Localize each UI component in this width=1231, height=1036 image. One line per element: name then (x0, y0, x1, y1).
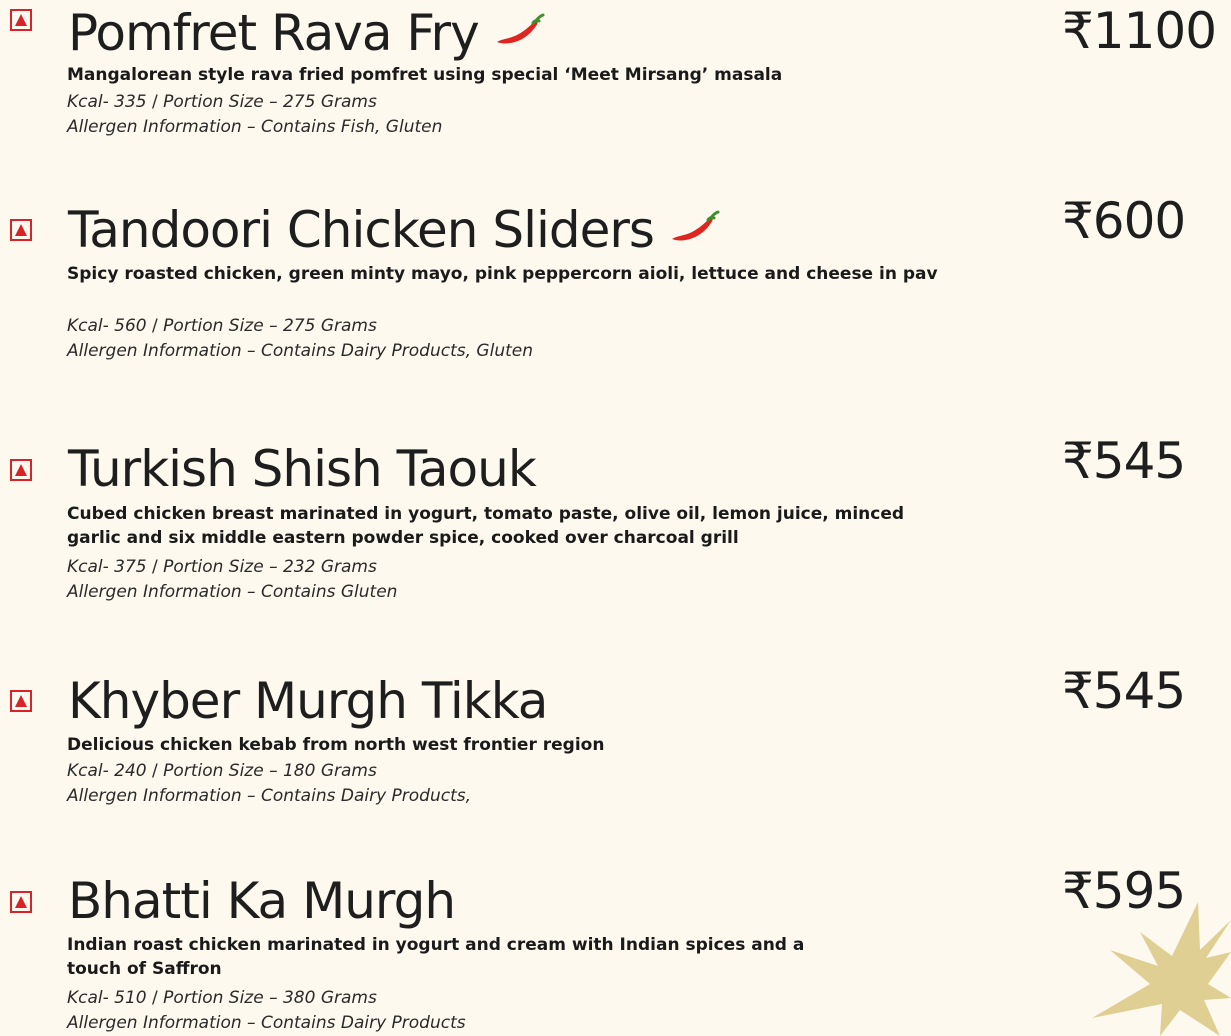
portion-size: Portion Size – 180 Grams (163, 761, 377, 781)
item-price: ₹545 (1062, 432, 1186, 490)
separator: / (152, 92, 158, 112)
item-nutrition: Kcal- 510 / Portion Size – 380 Grams (67, 986, 377, 1011)
item-description: Cubed chicken breast marinated in yogurt… (67, 504, 905, 548)
item-allergens: Allergen Information – Contains Fish, Gl… (67, 117, 443, 137)
item-allergens: Allergen Information – Contains Dairy Pr… (67, 786, 472, 806)
separator: / (152, 988, 158, 1008)
kcal: Kcal- 335 (67, 92, 147, 112)
item-description: Spicy roasted chicken, green minty mayo,… (67, 264, 938, 284)
item-name: Bhatti Ka Murgh (68, 872, 456, 930)
kcal: Kcal- 375 (67, 557, 147, 577)
non-veg-mark-icon (10, 891, 32, 913)
item-nutrition: Kcal- 240 / Portion Size – 180 Grams (67, 759, 377, 784)
separator: / (152, 557, 158, 577)
item-name: Tandoori Chicken Sliders (68, 205, 720, 255)
separator: / (152, 761, 158, 781)
kcal: Kcal- 510 (67, 988, 147, 1008)
portion-size: Portion Size – 275 Grams (163, 92, 377, 112)
item-nutrition: Kcal- 375 / Portion Size – 232 Grams (67, 555, 377, 580)
item-allergens: Allergen Information – Contains Dairy Pr… (67, 341, 533, 361)
separator: / (152, 316, 158, 336)
item-description: Delicious chicken kebab from north west … (67, 735, 605, 755)
non-veg-mark-icon (10, 219, 32, 241)
non-veg-mark-icon (10, 459, 32, 481)
item-price: ₹1100 (1062, 2, 1217, 60)
kcal: Kcal- 560 (67, 316, 147, 336)
portion-size: Portion Size – 380 Grams (163, 988, 377, 1008)
item-description: Indian roast chicken marinated in yogurt… (67, 935, 805, 979)
item-price: ₹545 (1062, 662, 1186, 720)
item-nutrition: Kcal- 560 / Portion Size – 275 Grams (67, 314, 377, 339)
starburst-decoration (1092, 902, 1231, 1036)
item-allergens: Allergen Information – Contains Gluten (67, 582, 398, 602)
portion-size: Portion Size – 275 Grams (163, 316, 377, 336)
non-veg-mark-icon (10, 9, 32, 31)
item-name: Turkish Shish Taouk (68, 440, 537, 498)
item-nutrition: Kcal- 335 / Portion Size – 275 Grams (67, 90, 377, 115)
item-allergens: Allergen Information – Contains Dairy Pr… (67, 1013, 466, 1033)
chili-icon (672, 210, 720, 240)
item-price: ₹600 (1062, 192, 1186, 250)
portion-size: Portion Size – 232 Grams (163, 557, 377, 577)
item-description: Mangalorean style rava fried pomfret usi… (67, 65, 783, 85)
non-veg-mark-icon (10, 690, 32, 712)
item-name: Pomfret Rava Fry (68, 8, 545, 58)
item-name: Khyber Murgh Tikka (68, 672, 548, 730)
chili-icon (496, 13, 545, 43)
kcal: Kcal- 240 (67, 761, 147, 781)
